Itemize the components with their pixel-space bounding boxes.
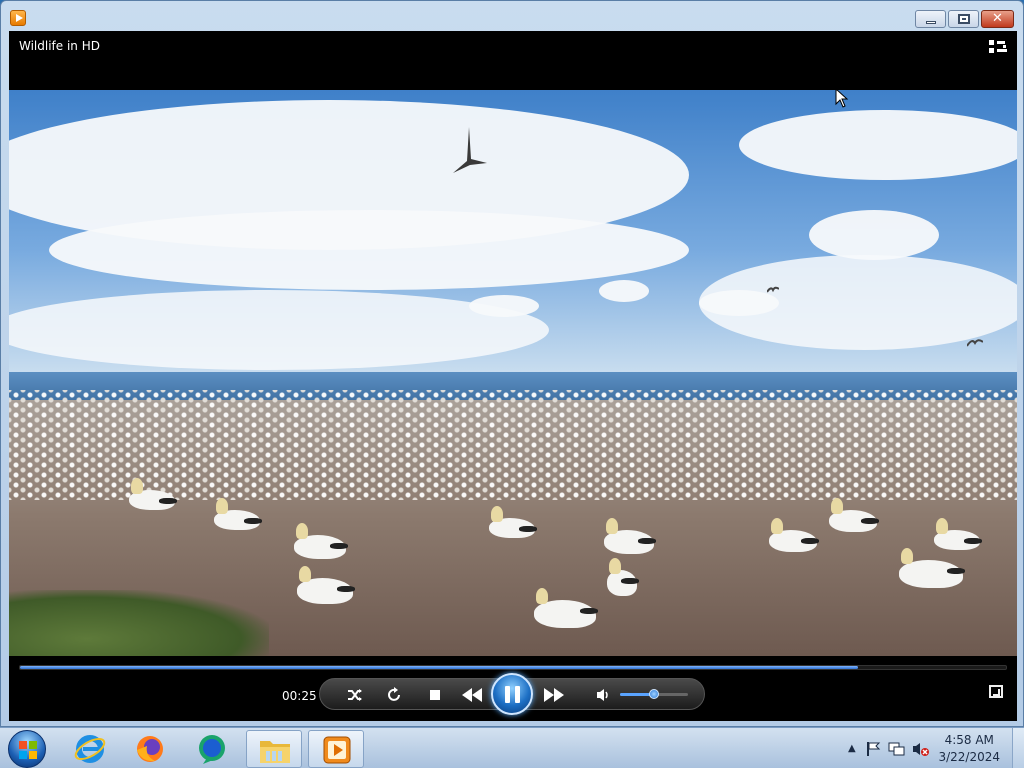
firefox-icon [137, 736, 163, 762]
action-center-flag-icon[interactable] [866, 741, 882, 761]
minimize-icon [926, 21, 936, 24]
gannet-colony [9, 390, 1017, 500]
switch-to-library-icon[interactable] [989, 40, 1007, 54]
flying-bird [767, 286, 779, 293]
flying-bird [967, 339, 983, 347]
gannet [534, 588, 598, 628]
gannet [604, 518, 656, 554]
firefox-taskbar-button[interactable] [122, 730, 178, 768]
start-button[interactable] [8, 730, 46, 768]
video-title: Wildlife in HD [19, 39, 100, 53]
flying-bird [453, 127, 487, 173]
close-button[interactable]: ✕ [981, 10, 1014, 28]
show-hidden-icons-button[interactable]: ▲ [848, 743, 856, 754]
notification-area: ▲ 4:58 AM 3/22/2024 [834, 728, 1024, 768]
gannet [607, 558, 639, 596]
elapsed-time: 00:25 [282, 689, 317, 703]
clock[interactable]: 4:58 AM 3/22/2024 [938, 732, 1000, 766]
next-button[interactable] [539, 684, 569, 706]
mute-button[interactable] [593, 684, 615, 706]
volume-thumb[interactable] [649, 689, 659, 699]
media-player-icon[interactable] [10, 10, 26, 26]
windows-flag-icon [19, 741, 37, 759]
restore-icon [958, 14, 970, 24]
mouse-cursor-icon [835, 90, 849, 108]
player-client-area: Wildlife in HD 00:25 [9, 31, 1017, 721]
stop-icon [430, 690, 440, 700]
video-display[interactable] [9, 90, 1017, 656]
clock-date: 3/22/2024 [938, 750, 1000, 764]
next-icon [544, 688, 564, 702]
media-player-window: ✕ Wildlife in HD 00:25 [0, 0, 1024, 727]
folder-icon [260, 741, 290, 763]
previous-button[interactable] [457, 684, 487, 706]
playback-controls: 00:25 [9, 656, 1017, 721]
window-caption-buttons: ✕ [915, 10, 1014, 28]
gannet [899, 548, 965, 588]
close-icon: ✕ [992, 11, 1003, 26]
gannet [297, 566, 355, 604]
gannet [934, 518, 982, 550]
transport-controls [319, 673, 705, 715]
restore-button[interactable] [948, 10, 979, 28]
video-sky [9, 90, 1017, 380]
video-grass [9, 590, 269, 656]
show-desktop-button[interactable] [1012, 728, 1024, 768]
shuffle-icon [348, 689, 362, 701]
seek-progress [20, 666, 859, 669]
pause-icon [505, 686, 510, 703]
media-player-icon [323, 736, 351, 764]
full-screen-button[interactable] [989, 685, 1003, 698]
media-player-taskbar-button[interactable] [308, 730, 364, 768]
stop-button[interactable] [424, 684, 446, 706]
shuffle-button[interactable] [344, 684, 366, 706]
speaker-icon [597, 689, 608, 701]
chat-app-taskbar-button[interactable] [184, 730, 240, 768]
repeat-button[interactable] [383, 684, 405, 706]
volume-slider[interactable] [620, 689, 688, 699]
repeat-icon [388, 687, 400, 701]
gannet [489, 506, 537, 538]
clock-time: 4:58 AM [944, 733, 994, 747]
network-icon[interactable] [888, 741, 906, 761]
gannet [214, 498, 262, 530]
internet-explorer-icon [74, 735, 106, 763]
taskbar: ▲ 4:58 AM 3/22/2024 [0, 727, 1024, 768]
gannet [769, 518, 819, 552]
minimize-button[interactable] [915, 10, 946, 28]
gannet [294, 523, 348, 559]
internet-explorer-taskbar-button[interactable] [62, 730, 118, 768]
seek-bar[interactable] [19, 665, 1007, 670]
pause-button[interactable] [491, 673, 533, 715]
previous-icon [462, 688, 482, 702]
file-explorer-taskbar-button[interactable] [246, 730, 302, 768]
chat-icon [199, 735, 225, 764]
gannet [829, 498, 879, 532]
gannet [129, 478, 177, 510]
volume-muted-icon[interactable] [912, 741, 930, 761]
